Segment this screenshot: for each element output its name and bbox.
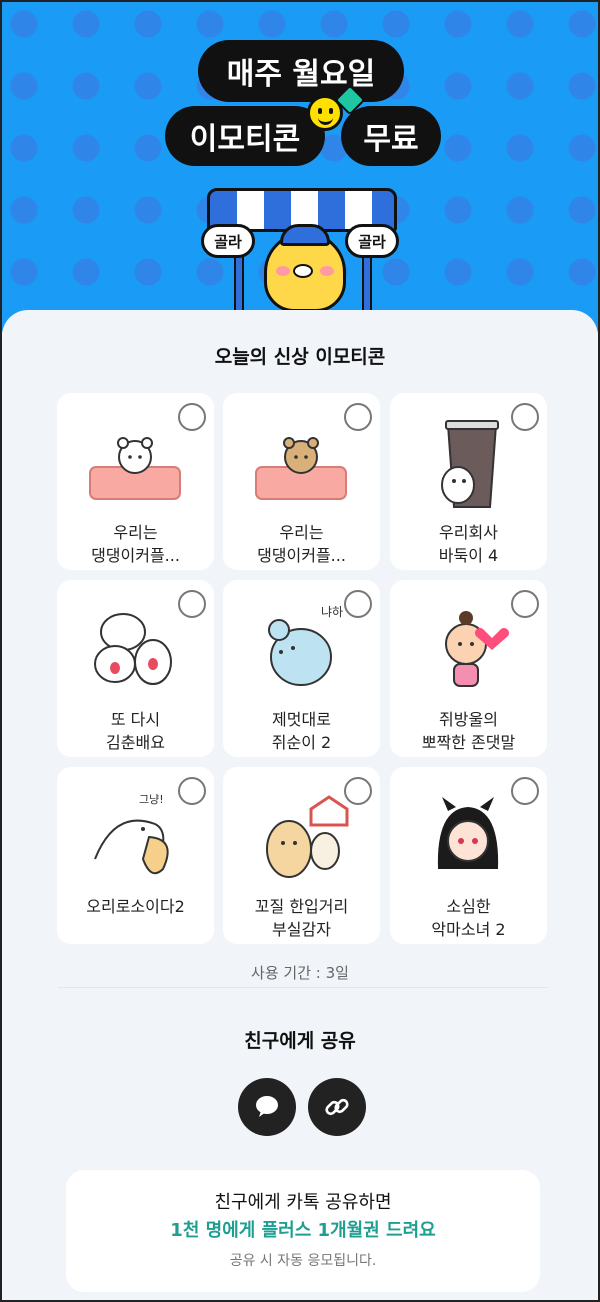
select-radio[interactable] <box>344 590 372 618</box>
emoticon-title: 우리는 댕댕이커플... <box>257 523 346 565</box>
share-title: 친구에게 공유 <box>244 1030 356 1052</box>
copy-link-button[interactable] <box>308 1078 366 1136</box>
bear-cap <box>280 224 330 246</box>
select-radio[interactable] <box>511 777 539 805</box>
hero-title-free: 무료 <box>341 106 441 166</box>
emoticon-card[interactable]: 우리는 댕댕이커플... <box>57 393 214 570</box>
emoticon-title: 우리회사 바둑이 4 <box>438 523 499 565</box>
svg-text:냐하: 냐하 <box>321 605 343 619</box>
promo-line1: 친구에게 카톡 공유하면 <box>214 1192 392 1213</box>
white-hamster-sticker-icon <box>89 437 181 500</box>
emoticon-card[interactable]: 또 다시 김춘배요 <box>57 580 214 757</box>
white-cats-sticker-icon <box>94 613 172 685</box>
emoticon-title: 소심한 악마소녀 2 <box>431 897 506 939</box>
brown-hamster-sticker-icon <box>255 437 347 500</box>
emoticon-card[interactable]: 쥐방울의 뽀짝한 존댓말 <box>390 580 547 757</box>
select-radio[interactable] <box>344 777 372 805</box>
emoticon-card[interactable]: 냐하 제멋대로 쥐순이 2 <box>223 580 380 757</box>
emoticon-card[interactable]: 그냥! 오리로소이다2 <box>57 767 214 944</box>
section-title: 오늘의 신상 이모티콘 <box>214 346 386 368</box>
blue-mouse-sticker-icon: 냐하 <box>268 605 343 686</box>
pick-sign-left: 골라 <box>201 224 255 258</box>
select-radio[interactable] <box>511 403 539 431</box>
emoticon-title: 오리로소이다2 <box>86 897 185 916</box>
emoticon-title: 제멋대로 쥐순이 2 <box>271 710 332 752</box>
select-radio[interactable] <box>178 590 206 618</box>
devil-girl-sticker-icon <box>437 797 499 869</box>
usage-period-text: 사용 기간 : 3일 <box>251 964 349 982</box>
baby-heart-sticker-icon <box>445 611 509 687</box>
page-frame: 매주 월요일 이모티콘 무료 골라 골라 오늘의 신상 이모티콘 우리는 댕댕이… <box>0 0 600 1302</box>
potato-friends-sticker-icon <box>266 795 349 878</box>
svg-text:그냥!: 그냥! <box>139 793 164 806</box>
select-radio[interactable] <box>178 777 206 805</box>
link-icon <box>325 1098 349 1116</box>
emoticon-card[interactable]: 꼬질 한입거리 부실감자 <box>223 767 380 944</box>
emoticon-title: 또 다시 김춘배요 <box>106 710 165 752</box>
duck-sticker-icon: 그냥! <box>94 793 169 875</box>
emoticon-card[interactable]: 우리회사 바둑이 4 <box>390 393 547 570</box>
emoticon-title: 우리는 댕댕이커플... <box>91 523 180 565</box>
bear-mouth <box>293 264 313 278</box>
emoticon-card[interactable]: 우리는 댕댕이커플... <box>223 393 380 570</box>
coffee-cup-dog-sticker-icon <box>441 420 499 508</box>
hero-banner: 매주 월요일 이모티콘 무료 골라 골라 <box>2 2 598 332</box>
bear-cheek-right <box>320 266 334 276</box>
promo-highlight: 1천 명에게 플러스 1개월권 드려요 <box>170 1220 436 1241</box>
select-radio[interactable] <box>511 590 539 618</box>
promo-box: 친구에게 카톡 공유하면 1천 명에게 플러스 1개월권 드려요 공유 시 자동… <box>66 1170 540 1292</box>
select-radio[interactable] <box>178 403 206 431</box>
pick-sign-right: 골라 <box>345 224 399 258</box>
promo-note: 공유 시 자동 응모됩니다. <box>229 1253 377 1269</box>
divider <box>58 987 547 988</box>
hero-title-emoticon: 이모티콘 <box>165 106 325 166</box>
hero-title-line1: 매주 월요일 <box>198 40 404 102</box>
kakao-share-button[interactable] <box>238 1078 296 1136</box>
emoticon-title: 꼬질 한입거리 부실감자 <box>254 897 349 939</box>
bear-cheek-left <box>276 266 290 276</box>
select-radio[interactable] <box>344 403 372 431</box>
emoticon-card[interactable]: 소심한 악마소녀 2 <box>390 767 547 944</box>
emoticon-title: 쥐방울의 뽀짝한 존댓말 <box>421 710 516 752</box>
chat-bubble-icon <box>256 1096 278 1117</box>
